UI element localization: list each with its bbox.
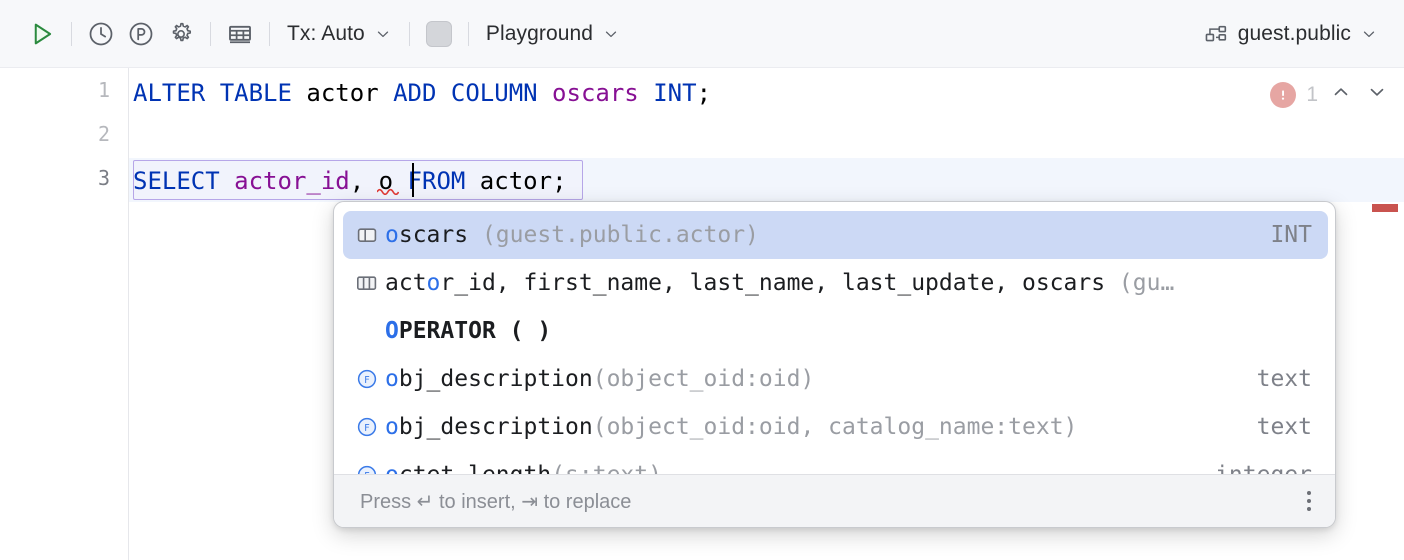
toolbar-right-group: guest.public bbox=[1195, 16, 1386, 52]
p-circle-icon bbox=[127, 20, 155, 48]
history-button[interactable] bbox=[81, 14, 121, 54]
autocomplete-footer: Press ↵ to insert, ⇥ to replace bbox=[334, 474, 1336, 527]
code-line-1[interactable]: ALTER TABLE actor ADD COLUMN oscars INT; bbox=[133, 71, 711, 115]
autocomplete-item-type: text bbox=[1239, 366, 1312, 392]
run-button[interactable] bbox=[22, 14, 62, 54]
toolbar: Tx: Auto Playground bbox=[0, 0, 1404, 68]
autocomplete-item-label: OPERATOR ( ) bbox=[385, 318, 1294, 344]
svg-text:F: F bbox=[364, 423, 369, 434]
item-detail: (gu… bbox=[1105, 270, 1174, 296]
error-icon bbox=[1270, 82, 1296, 108]
transaction-mode-label: Tx: Auto bbox=[287, 22, 365, 46]
text-caret bbox=[412, 163, 414, 197]
toolbar-divider bbox=[468, 22, 469, 46]
toolbar-divider bbox=[210, 22, 211, 46]
sql-console-window: Tx: Auto Playground bbox=[0, 0, 1404, 560]
autocomplete-item[interactable]: oscars (guest.public.actor) INT bbox=[343, 211, 1328, 259]
stop-icon bbox=[426, 21, 452, 47]
column-icon bbox=[355, 223, 385, 247]
autocomplete-item[interactable]: actor_id, first_name, last_name, last_up… bbox=[343, 259, 1328, 307]
error-stripe-marker[interactable] bbox=[1372, 204, 1398, 212]
autocomplete-item-type: INT bbox=[1252, 222, 1312, 248]
autocomplete-item-label: oscars (guest.public.actor) bbox=[385, 222, 1252, 248]
inspection-status: 1 bbox=[1270, 79, 1390, 110]
line-number-gutter: 1 2 3 bbox=[0, 68, 129, 560]
sql-column: oscars bbox=[538, 79, 654, 107]
schema-icon bbox=[1203, 21, 1229, 47]
autocomplete-item-label: actor_id, first_name, last_name, last_up… bbox=[385, 270, 1294, 296]
sql-keyword: SELECT bbox=[133, 167, 220, 195]
item-name-rest: r_id, first_name, last_name, last_update… bbox=[440, 270, 1105, 296]
chevron-down-icon bbox=[1360, 25, 1378, 43]
sql-keyword: ALTER TABLE bbox=[133, 79, 292, 107]
match-prefix: o bbox=[385, 366, 399, 392]
gear-icon bbox=[167, 20, 195, 48]
autocomplete-item-label: obj_description(object_oid:oid, catalog_… bbox=[385, 414, 1239, 440]
error-count: 1 bbox=[1306, 83, 1318, 107]
line-number: 3 bbox=[50, 166, 110, 190]
chevron-down-icon bbox=[374, 25, 392, 43]
item-name: bj_description bbox=[399, 414, 593, 440]
match-prefix: o bbox=[385, 414, 399, 440]
table-icon bbox=[225, 19, 255, 49]
item-name: act bbox=[385, 270, 427, 296]
session-dropdown[interactable]: Playground bbox=[478, 16, 628, 52]
settings-button[interactable] bbox=[161, 14, 201, 54]
profile-button[interactable] bbox=[121, 14, 161, 54]
sql-keyword: ADD COLUMN bbox=[393, 79, 538, 107]
output-grid-button[interactable] bbox=[220, 14, 260, 54]
autocomplete-item-label: obj_description(object_oid:oid) bbox=[385, 366, 1239, 392]
sql-column: actor_id bbox=[220, 167, 350, 195]
match-prefix: o bbox=[385, 222, 399, 248]
previous-problem-button[interactable] bbox=[1328, 79, 1354, 110]
chevron-up-icon bbox=[1330, 81, 1352, 103]
error-squiggle bbox=[377, 185, 399, 195]
sql-keyword: FROM bbox=[393, 167, 465, 195]
match-prefix: O bbox=[385, 318, 399, 344]
item-detail: (guest.public.actor) bbox=[468, 222, 759, 248]
autocomplete-item[interactable]: F obj_description(object_oid:oid, catalo… bbox=[343, 403, 1328, 451]
autocomplete-item-type: text bbox=[1239, 414, 1312, 440]
table-columns-icon bbox=[355, 271, 385, 295]
chevron-down-icon bbox=[602, 25, 620, 43]
schema-dropdown[interactable]: guest.public bbox=[1195, 16, 1386, 52]
sql-punctuation: , bbox=[350, 167, 364, 195]
toolbar-left-group: Tx: Auto Playground bbox=[22, 14, 628, 54]
toolbar-divider bbox=[71, 22, 72, 46]
code-line-3[interactable]: SELECT actor_id, o FROM actor; bbox=[133, 159, 567, 203]
sql-identifier: actor bbox=[465, 167, 552, 195]
toolbar-divider bbox=[269, 22, 270, 46]
autocomplete-popup[interactable]: oscars (guest.public.actor) INT actor_id… bbox=[333, 201, 1336, 528]
toolbar-divider bbox=[409, 22, 410, 46]
transaction-mode-dropdown[interactable]: Tx: Auto bbox=[279, 16, 400, 52]
sql-punctuation: ; bbox=[697, 79, 711, 107]
function-icon: F bbox=[355, 415, 385, 439]
function-icon: F bbox=[355, 367, 385, 391]
chevron-down-icon bbox=[1366, 81, 1388, 103]
item-detail: (object_oid:oid) bbox=[593, 366, 815, 392]
stop-button[interactable] bbox=[419, 14, 459, 54]
sql-keyword: INT bbox=[653, 79, 696, 107]
schema-label: guest.public bbox=[1238, 22, 1351, 46]
line-number: 1 bbox=[50, 78, 110, 102]
play-icon bbox=[27, 19, 57, 49]
next-problem-button[interactable] bbox=[1364, 79, 1390, 110]
autocomplete-item[interactable]: OPERATOR ( ) bbox=[343, 307, 1328, 355]
item-detail: (object_oid:oid, catalog_name:text) bbox=[593, 414, 1078, 440]
exclamation-glyph bbox=[1275, 87, 1291, 103]
clock-icon bbox=[87, 20, 115, 48]
svg-text:F: F bbox=[364, 375, 369, 386]
autocomplete-hint: Press ↵ to insert, ⇥ to replace bbox=[360, 489, 1303, 514]
sql-identifier: actor bbox=[292, 79, 393, 107]
item-name: bj_description bbox=[399, 366, 593, 392]
sql-punctuation: ; bbox=[552, 167, 566, 195]
line-number: 2 bbox=[50, 122, 110, 146]
session-label: Playground bbox=[486, 22, 593, 46]
match-prefix: o bbox=[427, 270, 441, 296]
item-name: scars bbox=[399, 222, 468, 248]
autocomplete-item[interactable]: F obj_description(object_oid:oid) text bbox=[343, 355, 1328, 403]
more-options-icon[interactable] bbox=[1303, 487, 1315, 515]
autocomplete-list[interactable]: oscars (guest.public.actor) INT actor_id… bbox=[334, 211, 1336, 481]
item-name: PERATOR ( ) bbox=[399, 318, 551, 344]
